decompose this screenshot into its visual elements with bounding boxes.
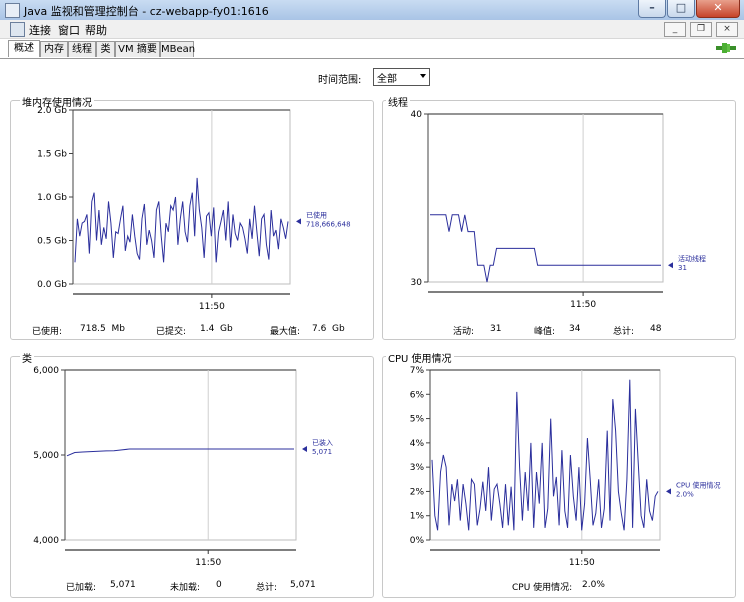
heap-legend-value: 718,666,648 — [306, 220, 351, 228]
threads-plot-area — [427, 113, 664, 283]
menu-window[interactable]: 窗口 — [58, 22, 80, 38]
threads-live-label: 活动: — [453, 327, 475, 337]
classes-chart[interactable]: 4,000 5,000 6,000 11:50 已装入5,071 — [10, 358, 372, 573]
restore-icon: ❐ — [696, 24, 706, 34]
cpu-x-tick-label: 11:50 — [569, 558, 595, 568]
classes-loaded-label: 已加载: — [66, 583, 97, 593]
cpu-y-tick-label: 4% — [410, 439, 425, 449]
tab-overview[interactable]: 概述 — [8, 40, 40, 57]
window-title: Java 监视和管理控制台 - cz-webapp-fy01:1616 — [24, 5, 269, 18]
heap-committed-label: 已提交: — [156, 327, 187, 337]
cpu-legend-name: CPU 使用情况 — [676, 480, 720, 489]
heap-y-tick-label: 1.0 Gb — [37, 193, 67, 203]
maximize-icon: □ — [675, 1, 687, 14]
minimize-icon: _ — [672, 24, 678, 34]
close-icon: ✕ — [713, 1, 723, 14]
frame-close-button[interactable]: × — [716, 22, 738, 37]
classes-y-tick-label: 5,000 — [33, 451, 59, 461]
classes-unloaded-label: 未加载: — [170, 583, 201, 593]
cpu-usage-value: 2.0% — [582, 580, 605, 590]
cpu-chart[interactable]: 0% 1% 2% 3% 4% 5% 6% 7% 11:50 CPU 使用情况2.0% — [382, 358, 734, 573]
classes-legend-value: 5,071 — [312, 448, 332, 456]
tab-strip: 概述 内存 线程 类 VM 摘要 MBean — [0, 39, 744, 59]
threads-y-tick-label: 30 — [411, 278, 423, 288]
tab-threads[interactable]: 线程 — [68, 41, 96, 57]
heap-legend-name: 已使用 — [306, 210, 327, 219]
heap-y-tick-label: 1.5 Gb — [37, 150, 67, 160]
tab-vm-summary[interactable]: VM 摘要 — [115, 41, 160, 57]
threads-legend-value: 31 — [678, 264, 687, 272]
heap-y-tick-label: 0.0 Gb — [37, 280, 67, 290]
threads-y-tick-label: 40 — [411, 110, 423, 120]
threads-total-value: 48 — [650, 324, 662, 334]
classes-x-tick-label: 11:50 — [195, 558, 221, 568]
threads-legend-name: 活动线程 — [678, 254, 706, 263]
heap-max-value: 7.6 Gb — [312, 324, 345, 334]
cpu-y-tick-label: 5% — [410, 415, 425, 425]
frame-minimize-button[interactable]: _ — [664, 22, 686, 37]
threads-chart[interactable]: 30 40 11:50 活动线程31 — [382, 102, 734, 317]
threads-x-tick-label: 11:50 — [570, 300, 596, 310]
heap-used-label: 已使用: — [32, 327, 63, 337]
classes-legend-marker — [302, 445, 307, 452]
threads-total-label: 总计: — [613, 327, 635, 337]
classes-total-value: 5,071 — [290, 580, 316, 590]
tab-memory[interactable]: 内存 — [40, 41, 68, 57]
cpu-y-tick-label: 3% — [410, 463, 425, 473]
window-maximize-button[interactable]: □ — [667, 0, 695, 18]
heap-used-value: 718.5 Mb — [80, 324, 125, 334]
window-minimize-button[interactable]: – — [638, 0, 666, 18]
cpu-y-tick-label: 1% — [410, 512, 425, 522]
heap-y-tick-label: 2.0 Gb — [37, 106, 67, 116]
heap-max-label: 最大值: — [270, 327, 301, 337]
classes-y-tick-label: 4,000 — [33, 536, 59, 546]
cpu-y-tick-label: 0% — [410, 536, 425, 546]
connection-status-icon[interactable] — [716, 41, 736, 55]
cpu-y-tick-label: 6% — [410, 390, 425, 400]
time-range-select[interactable]: 全部 — [373, 68, 430, 86]
threads-legend-marker — [668, 262, 673, 269]
internal-frame-icon[interactable] — [10, 22, 25, 37]
menu-help[interactable]: 帮助 — [85, 22, 107, 38]
classes-unloaded-value: 0 — [216, 580, 222, 590]
threads-peak-value: 34 — [569, 324, 581, 334]
classes-total-label: 总计: — [256, 583, 278, 593]
minimize-icon: – — [649, 1, 655, 14]
cpu-y-tick-label: 2% — [410, 487, 425, 497]
close-icon: × — [723, 24, 731, 34]
tab-classes[interactable]: 类 — [96, 41, 115, 57]
frame-restore-button[interactable]: ❐ — [690, 22, 712, 37]
cpu-legend-marker — [666, 488, 671, 495]
classes-loaded-value: 5,071 — [110, 580, 136, 590]
heap-plot-area — [72, 109, 291, 285]
tab-mbean[interactable]: MBean — [160, 41, 195, 57]
classes-y-tick-label: 6,000 — [33, 366, 59, 376]
heap-x-tick-label: 11:50 — [199, 302, 225, 312]
java-app-icon — [5, 3, 20, 18]
chevron-down-icon — [420, 74, 426, 78]
threads-live-value: 31 — [490, 324, 502, 334]
window-close-button[interactable]: ✕ — [696, 0, 740, 18]
cpu-usage-label: CPU 使用情况: — [512, 583, 573, 593]
menu-bar: 连接 窗口 帮助 _ ❐ × — [0, 20, 744, 39]
time-range-value: 全部 — [377, 74, 397, 85]
cpu-legend-value: 2.0% — [676, 490, 694, 498]
menu-connection[interactable]: 连接 — [29, 22, 51, 38]
classes-legend-name: 已装入 — [312, 438, 333, 447]
cpu-y-tick-label: 7% — [410, 366, 425, 376]
time-range-label: 时间范围: — [318, 75, 362, 86]
window-title-bar[interactable]: Java 监视和管理控制台 - cz-webapp-fy01:1616 – □ … — [0, 0, 744, 21]
heap-legend-marker — [296, 218, 301, 225]
heap-memory-chart[interactable]: 0.0 Gb 0.5 Gb 1.0 Gb 1.5 Gb 2.0 Gb 11:50 已使用71… — [10, 102, 372, 317]
heap-y-tick-label: 0.5 Gb — [37, 237, 67, 247]
classes-plot-area — [64, 369, 297, 541]
heap-committed-value: 1.4 Gb — [200, 324, 233, 334]
threads-peak-label: 峰值: — [534, 327, 556, 337]
